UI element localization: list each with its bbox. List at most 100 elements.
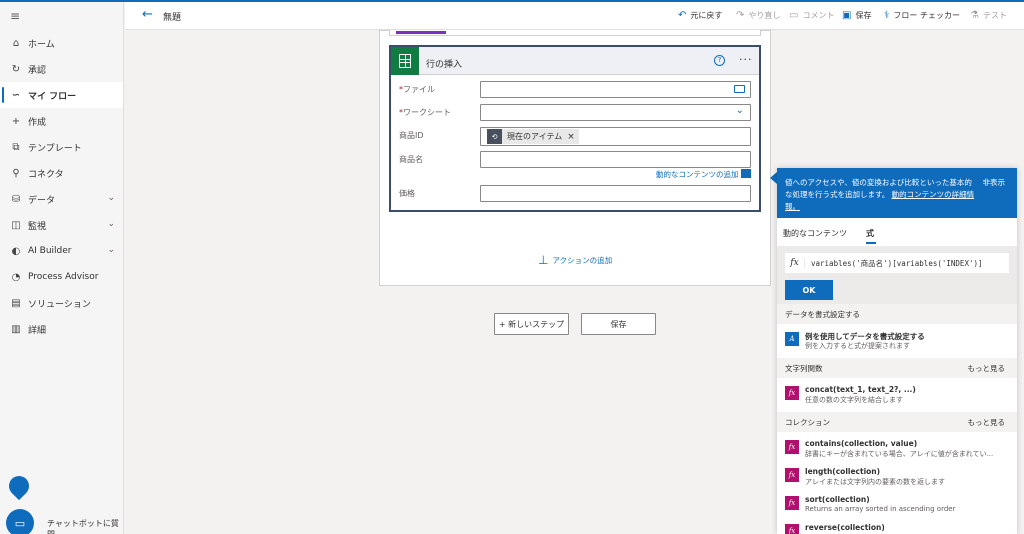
hamburger-menu-icon[interactable]: ≡ [10,10,22,22]
process-advisor-icon: ◔ [11,271,21,283]
new-step-button[interactable]: + 新しいステップ [494,313,569,335]
function-fx-icon: fx [785,524,799,534]
token-label: 現在のアイテム [507,132,563,141]
comment-icon: ▭ [789,10,799,21]
back-arrow-icon[interactable]: ← [142,7,153,22]
canvas-save-button[interactable]: 保存 [581,313,656,335]
add-action-button[interactable]: ⊥ アクションの追加 [538,253,612,267]
nav-item-solutions[interactable]: ▤ ソリューション [0,290,123,316]
function-item[interactable]: A 例を使用してデータを書式設定する 例を入力すると式が提案されます [777,328,1017,355]
nav-item-learn[interactable]: ▥ 詳細 [0,316,123,342]
monitor-icon: ◫ [11,219,21,231]
current-item-token[interactable]: ⟲ 現在のアイテム × [487,129,579,144]
function-desc: 任意の数の文字列を結合します [805,396,903,404]
test-icon: ⚗ [970,10,979,21]
nav-item-ai-builder[interactable]: ◐ AI Builder ⌄ [0,238,123,264]
see-more-link[interactable]: もっと見る [968,417,1006,428]
solutions-icon: ▤ [11,297,21,309]
section-title: コレクション [785,418,830,427]
function-desc: 例を入力すると式が提案されます [805,342,910,350]
nav-item-connectors[interactable]: ⚲ コネクタ [0,160,123,186]
function-item[interactable]: fx contains(collection, value) 辞書にキーが含まれ… [777,436,1017,463]
expression-input[interactable]: fx variables('商品名')[variables('INDEX')] [785,253,1009,273]
insert-row-action-card: 行の挿入 ? ··· *ファイル *ワークシート ⌄ 商品ID ⟲ 現在のアイテ… [389,45,761,212]
hide-panel-button[interactable]: 非表示 [983,177,1006,188]
folder-icon[interactable] [734,85,745,93]
nav-label: マイ フロー [28,91,77,102]
panel-pointer [770,172,777,184]
nav-item-approvals[interactable]: ↻ 承認 [0,56,123,82]
nav-label: テンプレート [28,143,82,154]
worksheet-dropdown[interactable]: ⌄ [480,104,751,121]
save-button[interactable]: ▣ 保存 [842,10,871,21]
home-icon: ⌂ [12,37,20,49]
redo-button[interactable]: ↷ やり直し [736,10,780,21]
nav-item-data[interactable]: ⛁ データ ⌄ [0,186,123,212]
product-id-input[interactable]: ⟲ 現在のアイテム × [480,127,751,146]
flow-checker-button[interactable]: ⚕ フロー チェッカー [884,10,960,21]
nav-item-home[interactable]: ⌂ ホーム [0,30,123,56]
template-icon: ⧉ [12,141,20,153]
field-label-product-id: 商品ID [399,131,424,140]
previous-action-card [389,30,761,36]
dynamic-content-panel: 値へのアクセスや、値の変換および比較といった基本的な処理を行う式を追加します。 … [777,168,1017,534]
active-tab-indicator [866,242,876,244]
function-item[interactable]: fx length(collection) アレイまたは文字列内の要素の数を返し… [777,464,1017,491]
price-input[interactable] [480,185,751,202]
approvals-icon: ↻ [11,63,21,75]
file-input[interactable] [480,81,751,98]
test-button[interactable]: ⚗ テスト [970,10,1007,21]
test-label: テスト [982,11,1007,20]
field-label-product-name: 商品名 [399,155,423,164]
undo-icon: ↶ [678,10,687,21]
ok-button[interactable]: OK [785,280,833,300]
section-title: データを書式設定する [785,310,860,319]
nav-item-templates[interactable]: ⧉ テンプレート [0,134,123,160]
function-fx-icon: fx [785,440,799,454]
function-desc: アレイまたは文字列内の要素の数を返します [805,478,945,486]
function-item[interactable]: fx reverse(collection) [777,520,1017,534]
dynamic-content-icon[interactable] [741,169,751,178]
nav-item-monitor[interactable]: ◫ 監視 ⌄ [0,212,123,238]
undo-button[interactable]: ↶ 元に戻す [678,10,722,21]
add-dynamic-content-link[interactable]: 動的なコンテンツの追加 [656,169,739,180]
connector-icon: ⚲ [12,167,20,179]
previous-action-accent [396,31,446,34]
nav-label: データ [28,195,56,206]
save-icon: ▣ [842,10,852,21]
action-card-header[interactable]: 行の挿入 ? ··· [391,47,759,75]
nav-item-process-advisor[interactable]: ◔ Process Advisor [0,264,123,290]
command-bar: ← 無題 ↶ 元に戻す ↷ やり直し ▭ コメント ▣ 保存 ⚕ フロー チェッ… [125,2,1024,30]
tab-dynamic-content[interactable]: 動的なコンテンツ [783,228,847,239]
help-icon[interactable]: ? [714,55,725,66]
plus-icon: + [11,115,21,127]
function-desc: Returns an array sorted in ascending ord… [805,505,956,513]
book-icon: ▥ [11,323,21,335]
more-options-icon[interactable]: ··· [739,53,753,66]
function-item[interactable]: fx concat(text_1, text_2?, ...) 任意の数の文字列… [777,382,1017,409]
comment-label: コメント [802,11,835,20]
see-more-link[interactable]: もっと見る [968,363,1006,374]
chevron-down-icon: ⌄ [107,219,115,229]
nav-item-create[interactable]: + 作成 [0,108,123,134]
tab-expression[interactable]: 式 [866,228,874,239]
comment-button[interactable]: ▭ コメント [789,10,834,21]
panel-tabs: 動的なコンテンツ 式 [777,218,1017,246]
nav-label: 詳細 [28,325,47,336]
action-title: 行の挿入 [426,60,463,70]
redo-icon: ↷ [736,10,745,21]
section-title: 文字列関数 [785,364,823,373]
loop-icon: ⟲ [487,129,502,144]
chatbot-button[interactable]: ▭ [6,509,34,534]
chatbot-label: チャットボットに質問 [47,519,119,534]
field-label-price: 価格 [399,189,415,198]
nav-item-my-flows[interactable]: ∽ マイ フロー [0,82,123,108]
nav-label: 承認 [28,65,47,76]
save-label: 保存 [855,11,872,20]
close-icon[interactable]: × [567,132,575,142]
function-name: reverse(collection) [805,523,885,532]
nav-label: 監視 [28,221,47,232]
chevron-down-icon: ⌄ [107,245,115,255]
product-name-input[interactable] [480,151,751,168]
function-item[interactable]: fx sort(collection) Returns an array sor… [777,492,1017,519]
